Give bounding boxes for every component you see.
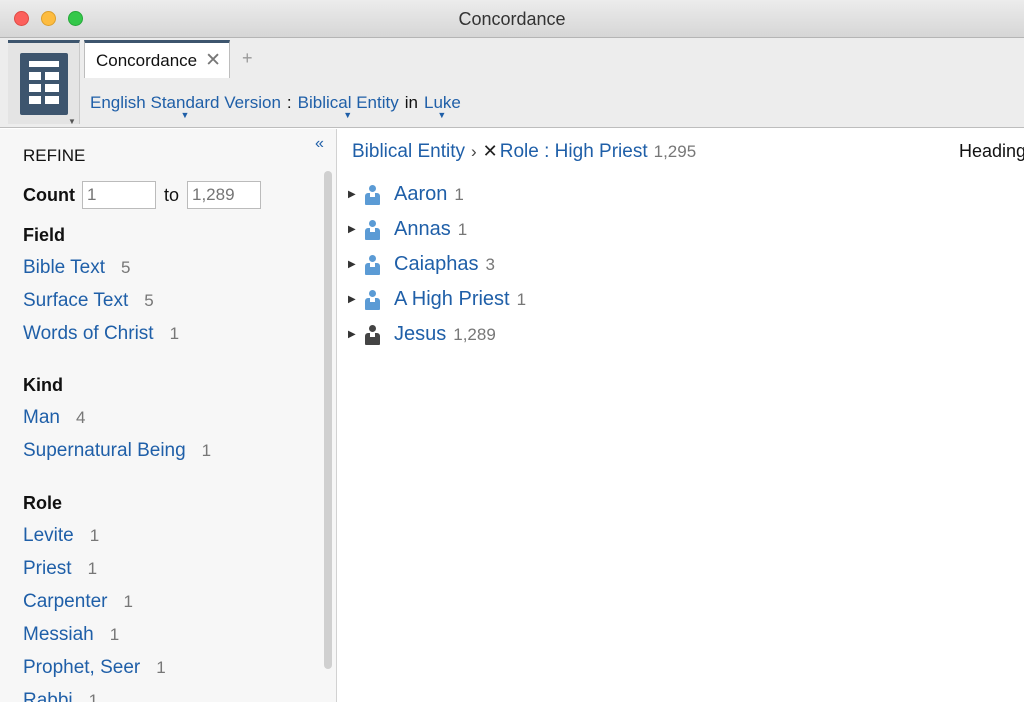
results-breadcrumb: Biblical Entity › ✕ Role : High Priest 1,295 bbox=[352, 141, 696, 163]
window-title: Concordance bbox=[458, 9, 566, 29]
role-section: Role Levite 1 Priest 1 Carpenter 1 Messiah 1… bbox=[23, 491, 166, 702]
expand-triangle-icon[interactable]: ▶ bbox=[348, 294, 364, 305]
expand-triangle-icon[interactable]: ▶ bbox=[348, 224, 364, 235]
section-heading: Field bbox=[23, 225, 66, 245]
role-filter-link[interactable]: Role : High Priest bbox=[500, 141, 648, 162]
expand-triangle-icon[interactable]: ▶ bbox=[348, 189, 364, 200]
tab-label: Concordance bbox=[96, 51, 198, 70]
chevron-down-icon: ▼ bbox=[343, 110, 353, 120]
refine-panel: REFINE « Count to Field Bible Text5 Surf… bbox=[0, 129, 337, 702]
range-selector[interactable]: Luke ▼ bbox=[424, 93, 461, 120]
list-item[interactable]: ▶ Aaron 1 bbox=[348, 177, 526, 212]
entity-type-selector[interactable]: Biblical Entity ▼ bbox=[298, 93, 399, 120]
remove-filter-icon[interactable]: ✕ bbox=[483, 141, 498, 161]
close-tab-icon[interactable]: ✕ bbox=[205, 49, 221, 72]
version-selector[interactable]: English Standard Version ▼ bbox=[90, 93, 281, 120]
expand-triangle-icon[interactable]: ▶ bbox=[348, 259, 364, 270]
title-bar: Concordance bbox=[0, 0, 1024, 38]
list-item[interactable]: ▶ Jesus 1,289 bbox=[348, 317, 526, 352]
refine-item[interactable]: Prophet, Seer 1 bbox=[23, 656, 166, 689]
refine-item[interactable]: Rabbi 1 bbox=[23, 689, 166, 702]
list-item[interactable]: ▶ Annas 1 bbox=[348, 212, 526, 247]
entity-link[interactable]: Biblical Entity bbox=[352, 141, 465, 162]
field-section: Field Bible Text 5 Surface Text 5 Words of… bbox=[23, 223, 179, 355]
refine-item[interactable]: Priest 1 bbox=[23, 557, 166, 590]
refine-item[interactable]: Levite 1 bbox=[23, 524, 166, 557]
chevron-down-icon: ▼ bbox=[68, 117, 76, 126]
chevron-right-icon: › bbox=[471, 142, 477, 161]
list-item[interactable]: ▶ Caiaphas 3 bbox=[348, 247, 526, 282]
refine-item[interactable]: Surface Text 5 bbox=[23, 289, 179, 322]
expand-triangle-icon[interactable]: ▶ bbox=[348, 329, 364, 340]
refine-title: REFINE bbox=[23, 146, 86, 165]
result-total: 1,295 bbox=[653, 142, 697, 161]
section-heading: Kind bbox=[23, 375, 63, 395]
count-to-input[interactable] bbox=[187, 181, 261, 209]
collapse-panel-icon[interactable]: « bbox=[315, 135, 324, 153]
divine-person-icon bbox=[364, 324, 380, 345]
heading-column-label[interactable]: Heading bbox=[959, 141, 1024, 162]
section-heading: Role bbox=[23, 493, 63, 513]
person-icon bbox=[364, 219, 380, 240]
person-icon bbox=[364, 184, 380, 205]
kind-section: Kind Man 4 Supernatural Being 1 bbox=[23, 373, 211, 472]
person-icon bbox=[364, 289, 380, 310]
person-icon bbox=[364, 254, 380, 275]
list-item[interactable]: ▶ A High Priest 1 bbox=[348, 282, 526, 317]
refine-item[interactable]: Messiah 1 bbox=[23, 623, 166, 656]
chevron-down-icon: ▼ bbox=[180, 110, 190, 120]
resource-breadcrumb: English Standard Version ▼: Biblical Entit… bbox=[90, 93, 461, 120]
refine-scrollbar[interactable] bbox=[324, 171, 332, 669]
results-panel: Biblical Entity › ✕ Role : High Priest 1,295… bbox=[338, 129, 1024, 702]
toolbar: ▼ Concordance ✕ + English Standard Versi… bbox=[0, 38, 1024, 128]
count-filter: Count to bbox=[23, 181, 261, 209]
refine-item[interactable]: Man 4 bbox=[23, 406, 211, 439]
count-from-input[interactable] bbox=[81, 181, 156, 209]
new-tab-button[interactable]: + bbox=[242, 48, 253, 69]
tab-concordance[interactable]: Concordance ✕ bbox=[84, 40, 230, 78]
refine-item[interactable]: Carpenter 1 bbox=[23, 590, 166, 623]
chevron-down-icon: ▼ bbox=[437, 110, 447, 120]
refine-item[interactable]: Bible Text 5 bbox=[23, 256, 179, 289]
refine-item[interactable]: Words of Christ 1 bbox=[23, 322, 179, 355]
results-list: ▶ Aaron 1 ▶ Annas 1 ▶ Caiaphas 3 ▶ A High P… bbox=[348, 177, 526, 352]
concordance-book-icon[interactable]: ▼ bbox=[8, 40, 80, 126]
refine-item[interactable]: Supernatural Being 1 bbox=[23, 439, 211, 472]
